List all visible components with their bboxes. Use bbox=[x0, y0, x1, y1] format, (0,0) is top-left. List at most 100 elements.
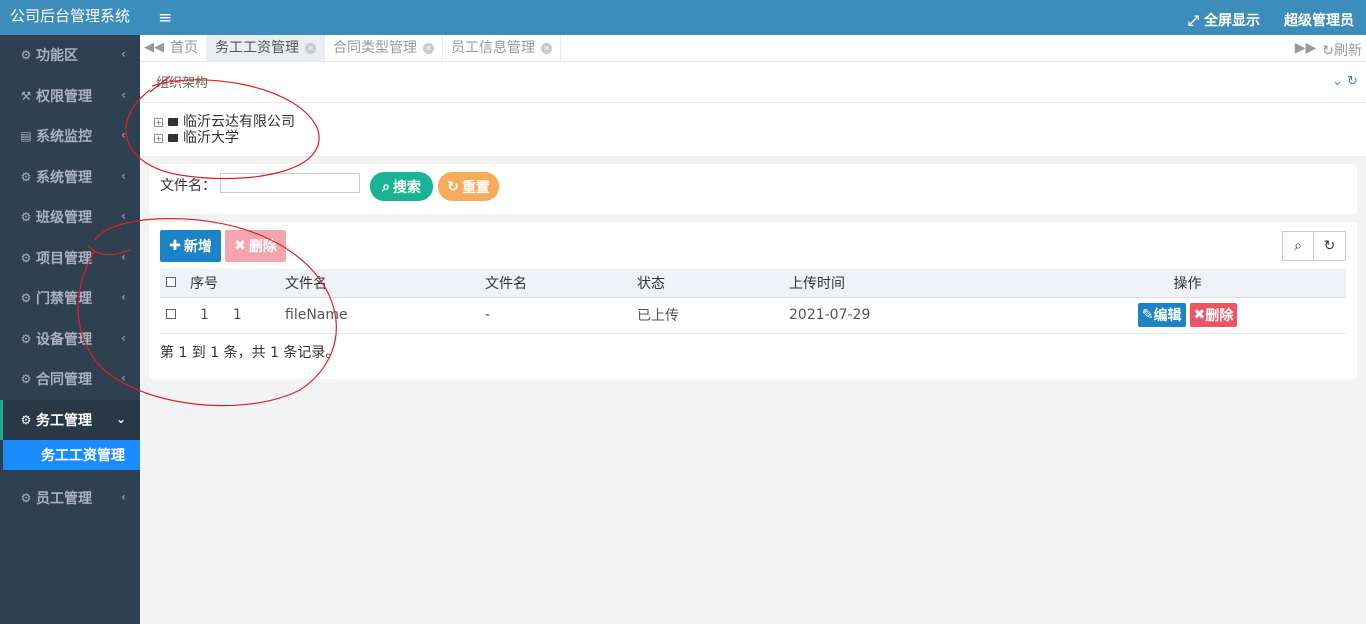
table-refresh-button[interactable]: ↻ bbox=[1314, 231, 1346, 261]
row-checkbox[interactable] bbox=[166, 309, 176, 319]
tree-node[interactable]: + 临沂云达有限公司 bbox=[154, 114, 295, 130]
refresh-icon[interactable]: ↻ bbox=[1347, 74, 1358, 89]
fullscreen-label: 全屏显示 bbox=[1204, 13, 1260, 29]
name-cell: - bbox=[485, 297, 637, 334]
col-upload-time[interactable]: 上传时间 bbox=[789, 269, 1029, 298]
row-delete-label: 删除 bbox=[1205, 308, 1234, 324]
page-tabs: 首页 务工工资管理 ✕ 合同类型管理 ✕ 员工信息管理 ✕ bbox=[162, 35, 561, 61]
sidebar-item-contract[interactable]: ⚙ 合同管理 ‹ bbox=[0, 359, 140, 400]
search-button[interactable]: ⌕ 搜索 bbox=[370, 172, 433, 201]
table-search-button[interactable]: ⌕ bbox=[1282, 231, 1314, 261]
col-name[interactable]: 文件名 bbox=[485, 269, 637, 298]
chevron-left-icon: ‹ bbox=[121, 128, 126, 142]
sidebar-item-label: 合同管理 bbox=[36, 372, 92, 389]
sidebar-item-permissions[interactable]: ⚒ 权限管理 ‹ bbox=[0, 76, 140, 117]
chevron-left-icon: ‹ bbox=[121, 168, 126, 183]
chevron-left-icon: ‹ bbox=[121, 209, 126, 223]
edit-button-label: 编辑 bbox=[1153, 308, 1182, 324]
folder-icon bbox=[168, 134, 178, 142]
tab-label: 务工工资管理 bbox=[215, 40, 299, 56]
sidebar-item-staff[interactable]: ⚙ 员工管理 ‹ bbox=[0, 478, 140, 519]
close-icon[interactable]: ✕ bbox=[541, 42, 552, 54]
file-cell: fileName bbox=[285, 297, 485, 334]
filename-label: 文件名： bbox=[160, 178, 216, 194]
seq-value: 1 bbox=[200, 307, 209, 323]
add-button[interactable]: ✚ 新增 bbox=[160, 230, 221, 262]
col-status[interactable]: 状态 bbox=[637, 269, 789, 298]
sidebar-item-label: 设备管理 bbox=[36, 331, 92, 348]
sidebar-item-label: 班级管理 bbox=[36, 210, 92, 227]
user-menu[interactable]: 超级管理员 bbox=[1284, 10, 1354, 30]
table-row: 11 fileName - 已上传 2021-07-29 ✎ 编辑 ✖ 删除 bbox=[160, 297, 1346, 334]
refresh-tab-button[interactable]: ↻刷新 bbox=[1322, 40, 1362, 60]
collapse-icon[interactable]: ⌄ bbox=[1332, 74, 1343, 89]
close-icon: ✖ bbox=[234, 238, 246, 254]
refresh-icon: ↻ bbox=[447, 178, 459, 195]
close-icon: ✖ bbox=[1193, 307, 1206, 323]
sidebar-item-label: 门禁管理 bbox=[36, 291, 92, 308]
refresh-label: 刷新 bbox=[1334, 43, 1362, 59]
sidebar-item-project[interactable]: ⚙ 项目管理 ‹ bbox=[0, 238, 140, 279]
sidebar-item-label: 系统管理 bbox=[36, 169, 92, 186]
expand-icon[interactable]: + bbox=[154, 133, 163, 143]
sidebar-item-label: 员工管理 bbox=[36, 491, 92, 508]
sidebar-item-system[interactable]: ⚙ 系统管理 ‹ bbox=[0, 157, 140, 198]
id-value: 1 bbox=[232, 307, 242, 323]
close-icon[interactable]: ✕ bbox=[423, 42, 434, 54]
close-icon[interactable]: ✕ bbox=[305, 42, 316, 54]
data-table: 序号 文件名 文件名 状态 上传时间 操作 11 fileName - 已上传 … bbox=[160, 269, 1346, 334]
expand-icon[interactable]: + bbox=[154, 117, 163, 127]
tabs-scroll-left-icon[interactable]: ◀◀ bbox=[144, 40, 164, 55]
chevron-left-icon: ‹ bbox=[121, 47, 126, 61]
menu-toggle-icon[interactable]: ≡ bbox=[158, 8, 172, 28]
page-tabs-bar: ◀◀ 首页 务工工资管理 ✕ 合同类型管理 ✕ 员工信息管理 ✕ ▶▶ ↻刷新 bbox=[140, 35, 1366, 62]
chevron-left-icon: ‹ bbox=[121, 330, 126, 345]
reset-button[interactable]: ↻ 重置 bbox=[438, 172, 499, 201]
table-panel: ✚ 新增 ✖ 删除 ⌕ ↻ 序号 文件名 文件名 状态 上传时间 操作 1 1 … bbox=[149, 222, 1357, 379]
gear-icon: ⚙ bbox=[20, 372, 32, 387]
gear-icon: ⚙ bbox=[20, 412, 32, 427]
sidebar-item-monitor[interactable]: ▤ 系统监控 ‹ bbox=[0, 116, 140, 157]
sidebar-item-label: 系统监控 bbox=[36, 129, 92, 146]
top-right-menu: ⤢ 全屏显示 超级管理员 bbox=[1188, 10, 1354, 30]
gear-icon: ⚙ bbox=[20, 250, 32, 265]
tab-contract-type[interactable]: 合同类型管理 ✕ bbox=[325, 35, 443, 61]
row-delete-button[interactable]: ✖ 删除 bbox=[1189, 303, 1238, 327]
sidebar-item-functions[interactable]: ⚙ 功能区 ‹ bbox=[0, 35, 140, 76]
server-icon: ▤ bbox=[20, 129, 32, 144]
sidebar-item-device[interactable]: ⚙ 设备管理 ‹ bbox=[0, 319, 140, 360]
expand-icon: ⤢ bbox=[1187, 13, 1204, 29]
tab-staff-info[interactable]: 员工信息管理 ✕ bbox=[443, 35, 561, 61]
select-all-checkbox[interactable] bbox=[166, 276, 176, 287]
org-panel-tools: ⌄ ↻ bbox=[1332, 74, 1358, 89]
plus-icon: ✚ bbox=[169, 238, 181, 254]
sidebar-subitem-labor-wage[interactable]: 务工工资管理 bbox=[3, 440, 140, 470]
tabs-scroll-right-icon[interactable]: ▶▶ bbox=[1295, 40, 1317, 60]
time-cell: 2021-07-29 bbox=[789, 297, 1029, 334]
gear-icon: ⚙ bbox=[20, 48, 32, 63]
tree-node-label: 临沂大学 bbox=[183, 130, 239, 146]
chevron-left-icon: ‹ bbox=[121, 371, 126, 385]
gear-icon: ⚙ bbox=[20, 169, 32, 184]
sidebar-item-labor[interactable]: ⚙ 务工管理 ⌄ bbox=[0, 399, 140, 440]
sidebar-item-label: 权限管理 bbox=[36, 88, 92, 105]
tab-label: 员工信息管理 bbox=[451, 40, 535, 56]
col-seq[interactable]: 序号 bbox=[180, 269, 285, 298]
col-file[interactable]: 文件名 bbox=[285, 269, 485, 298]
tab-label: 首页 bbox=[170, 40, 198, 56]
org-panel-title: 组织架构 bbox=[156, 76, 209, 91]
edit-button[interactable]: ✎ 编辑 bbox=[1137, 303, 1186, 327]
tree-node[interactable]: + 临沂大学 bbox=[154, 130, 295, 146]
refresh-icon: ↻ bbox=[1323, 238, 1336, 254]
sidebar-item-access[interactable]: ⚙ 门禁管理 ‹ bbox=[0, 278, 140, 319]
fullscreen-button[interactable]: ⤢ 全屏显示 bbox=[1188, 10, 1260, 30]
search-icon: ⌕ bbox=[1294, 238, 1302, 254]
status-cell: 已上传 bbox=[637, 297, 789, 334]
tab-labor-wage[interactable]: 务工工资管理 ✕ bbox=[207, 35, 325, 61]
actions-cell: ✎ 编辑 ✖ 删除 bbox=[1029, 297, 1346, 334]
filename-search-input[interactable] bbox=[220, 173, 360, 193]
tab-home[interactable]: 首页 bbox=[162, 35, 207, 61]
delete-button[interactable]: ✖ 删除 bbox=[225, 230, 286, 262]
sidebar-item-class[interactable]: ⚙ 班级管理 ‹ bbox=[0, 197, 140, 238]
gear-icon: ⚙ bbox=[20, 210, 32, 225]
